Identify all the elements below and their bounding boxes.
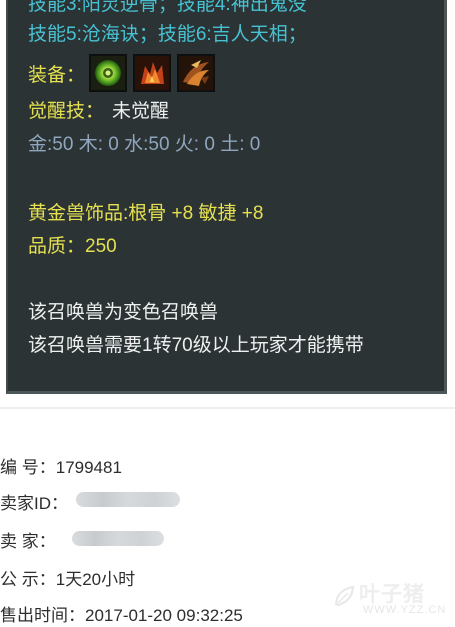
accessory-stats: 黄金兽饰品:根骨 +8 敏捷 +8 xyxy=(28,203,264,224)
element-stats: 金:50 木: 0 水:50 火: 0 土: 0 xyxy=(28,134,261,155)
sold-time-value: 2017-01-20 09:32:25 xyxy=(85,606,243,625)
seller-id-label: 卖家ID： xyxy=(0,494,68,513)
quality-value: 250 xyxy=(85,236,117,257)
seller-name-redacted xyxy=(72,531,164,546)
quality-label: 品质： xyxy=(28,236,86,257)
leaf-logo-icon xyxy=(334,585,355,607)
carry-requirement-note: 该召唤兽需要1转70级以上玩家才能携带 xyxy=(28,335,364,356)
listing-number-row: 编 号：1799481 xyxy=(0,453,122,478)
equipment-row: 装备： xyxy=(28,53,216,93)
number-value: 1799481 xyxy=(55,458,122,477)
sold-time-row: 售出时间：2017-01-20 09:32:25 xyxy=(0,601,243,626)
equipment-label: 装备： xyxy=(28,64,86,86)
section-divider xyxy=(0,407,455,409)
quality-row: 品质：250 xyxy=(28,231,117,258)
seller-id-row: 卖家ID： xyxy=(0,489,68,514)
awakening-label: 觉醒技： xyxy=(28,101,105,122)
skills-line-3-4: 技能3:阳灵逆骨；技能4:神出鬼没 xyxy=(28,0,307,15)
notice-row: 公 示：1天20小时 xyxy=(0,565,135,590)
seller-label: 卖 家： xyxy=(0,532,56,551)
seller-id-redacted xyxy=(76,492,180,507)
number-label: 编 号： xyxy=(0,458,56,477)
watermark-url: WWW.YZZ.CN xyxy=(363,604,447,616)
notice-label: 公 示： xyxy=(0,570,56,589)
claw-item-icon[interactable] xyxy=(177,54,216,92)
green-orb-item-icon[interactable] xyxy=(89,54,128,92)
awakening-row: 觉醒技： 未觉醒 xyxy=(28,96,169,123)
awakening-value: 未觉醒 xyxy=(112,101,170,122)
flame-armor-item-icon[interactable] xyxy=(133,54,172,92)
watermark: 叶子猪 WWW.YZZ.CN xyxy=(333,578,448,622)
color-change-note: 该召唤兽为变色召唤兽 xyxy=(28,302,219,323)
sold-time-label: 售出时间： xyxy=(0,606,85,625)
pet-tooltip: 技能3:阳灵逆骨；技能4:神出鬼没 技能5:沧海诀；技能6:吉人天相； 装备： xyxy=(6,0,447,394)
skills-line-5-6: 技能5:沧海诀；技能6:吉人天相； xyxy=(28,24,307,45)
notice-value: 1天20小时 xyxy=(55,570,136,589)
seller-row: 卖 家： xyxy=(0,527,56,552)
